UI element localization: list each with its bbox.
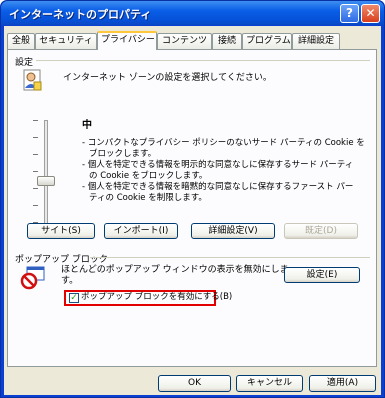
- tab-security[interactable]: セキュリティ: [35, 33, 97, 49]
- properties-window: インターネットのプロパティ ? ✕ 全般 セキュリティ プライバシー コンテンツ…: [0, 0, 385, 398]
- slider-tick: [33, 154, 38, 155]
- slider-tick: [33, 120, 38, 121]
- cancel-button[interactable]: キャンセル: [236, 375, 303, 392]
- tab-content[interactable]: コンテンツ: [157, 33, 212, 49]
- slider-track: [44, 120, 48, 224]
- checkmark-icon: ✓: [70, 293, 78, 303]
- close-icon: ✕: [365, 6, 376, 20]
- popup-desc-line: ほとんどのポップアップ ウィンドウの表示を無効にしま: [61, 265, 289, 275]
- popup-divider: [90, 257, 370, 258]
- ok-button[interactable]: OK: [158, 375, 231, 392]
- privacy-level-slider[interactable]: [31, 116, 61, 228]
- slider-tick: [33, 188, 38, 189]
- help-icon: ?: [346, 6, 353, 20]
- close-button[interactable]: ✕: [361, 4, 380, 23]
- privacy-icon: [20, 68, 44, 92]
- apply-button[interactable]: 適用(A): [309, 375, 376, 392]
- popup-desc-line: す。: [61, 276, 79, 286]
- dialog-client: 全般 セキュリティ プライバシー コンテンツ 接続 プログラム 詳細設定 設定 …: [4, 26, 381, 395]
- popup-block-checkbox-label[interactable]: ポップアップ ブロックを有効にする(B): [81, 292, 232, 303]
- settings-divider: [36, 60, 370, 61]
- tab-general[interactable]: 全般: [7, 33, 35, 49]
- tab-connections[interactable]: 接続: [212, 33, 242, 49]
- help-button[interactable]: ?: [340, 4, 359, 23]
- popup-block-icon: [20, 265, 46, 291]
- title-bar[interactable]: インターネットのプロパティ ? ✕: [1, 1, 384, 25]
- privacy-desc-line: の Cookie をブロックします。: [89, 171, 208, 181]
- settings-group-label: 設定: [15, 58, 34, 68]
- slider-tick: [33, 205, 38, 206]
- slider-tick: [33, 137, 38, 138]
- privacy-desc-line: - コンパクトなプライバシー ポリシーのないサード パーティの Cookie を: [82, 138, 365, 148]
- tab-advanced[interactable]: 詳細設定: [292, 33, 340, 49]
- privacy-desc-line: - 個人を特定できる情報を暗黙的な同意なしに保存するファースト パー: [82, 182, 354, 192]
- privacy-level-name: 中: [82, 120, 92, 131]
- tab-programs[interactable]: プログラム: [242, 33, 292, 49]
- import-button[interactable]: インポート(I): [104, 223, 178, 239]
- settings-instruction: インターネット ゾーンの設定を選択してください。: [63, 73, 272, 83]
- default-button[interactable]: 既定(D): [284, 223, 358, 239]
- popup-group-label: ポップアップ ブロック: [15, 255, 108, 265]
- popup-settings-button[interactable]: 設定(E): [284, 267, 360, 283]
- tab-privacy[interactable]: プライバシー: [97, 31, 157, 50]
- privacy-desc-line: ブロックします。: [89, 149, 157, 159]
- privacy-desc-line: - 個人を特定できる情報を明示的な同意なしに保存するサード パーティ: [82, 160, 354, 170]
- privacy-panel: 設定 インターネット ゾーンの設定を選択してください。 中 - コンパクトなプラ…: [7, 49, 377, 367]
- popup-block-checkbox[interactable]: ✓: [69, 293, 79, 303]
- privacy-desc-line: ティの Cookie を制限します。: [89, 193, 207, 203]
- window-title: インターネットのプロパティ: [9, 8, 152, 21]
- slider-thumb[interactable]: [37, 176, 55, 186]
- sites-button[interactable]: サイト(S): [27, 223, 95, 239]
- advanced-button[interactable]: 詳細設定(V): [191, 223, 275, 239]
- slider-tick: [33, 171, 38, 172]
